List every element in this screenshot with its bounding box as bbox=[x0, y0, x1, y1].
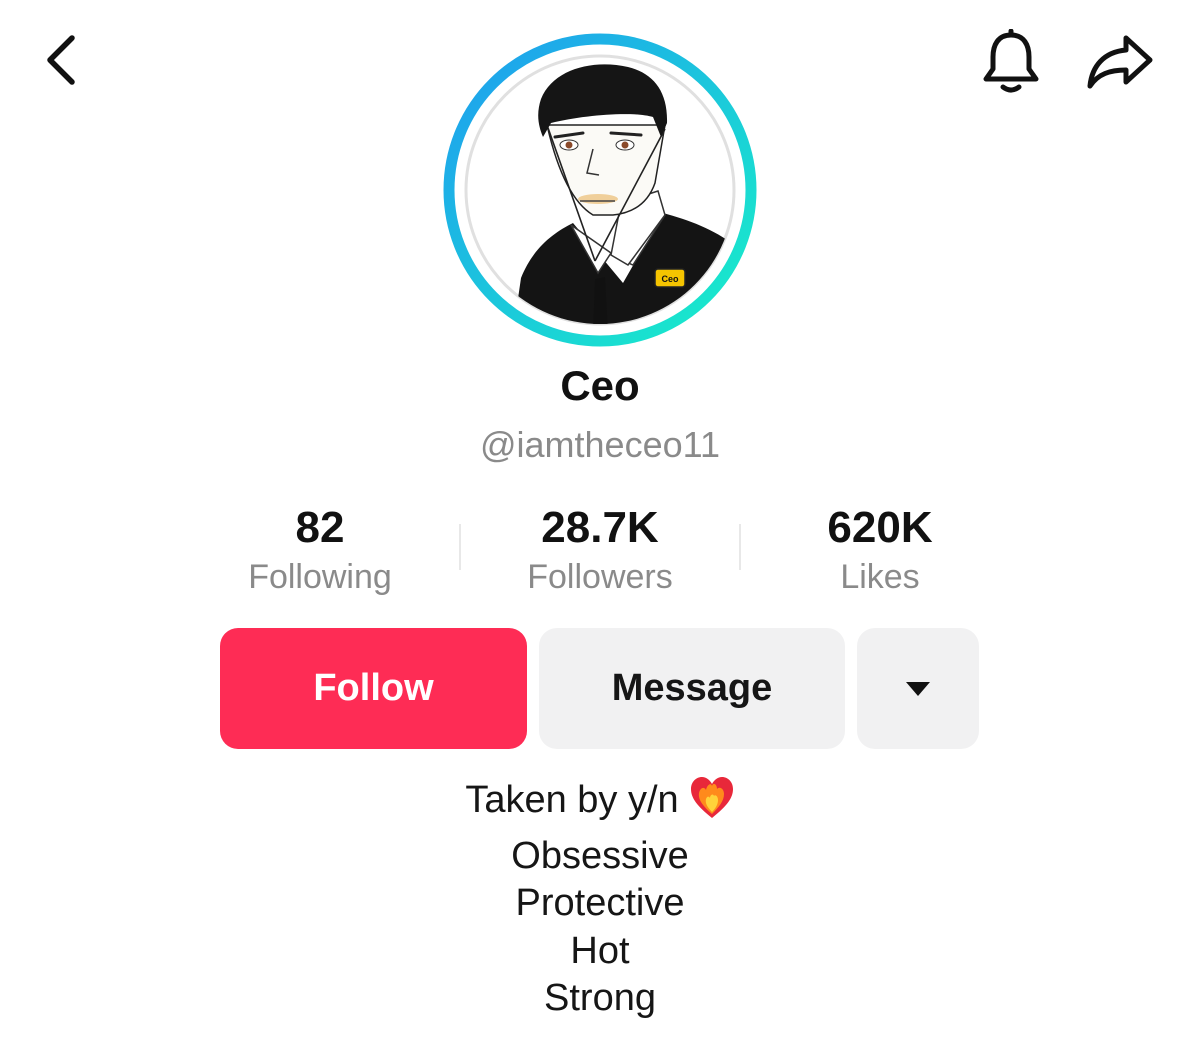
bio-line-4: Hot bbox=[570, 929, 630, 972]
notification-button[interactable] bbox=[975, 26, 1047, 98]
stat-label: Likes bbox=[840, 558, 920, 596]
dropdown-triangle-icon bbox=[906, 681, 930, 696]
stat-value: 28.7K bbox=[541, 503, 659, 552]
avatar-badge-text: Ceo bbox=[661, 274, 679, 284]
message-button[interactable]: Message bbox=[539, 628, 845, 749]
bio-line-2: Obsessive bbox=[511, 834, 689, 877]
profile-handle: @iamtheceo11 bbox=[479, 424, 720, 465]
stat-label: Following bbox=[248, 558, 392, 596]
share-button[interactable] bbox=[1082, 26, 1158, 98]
bio-line-5: Strong bbox=[544, 977, 656, 1019]
heart-on-fire-emoji bbox=[689, 774, 735, 833]
share-arrow-icon bbox=[1087, 35, 1153, 89]
profile-stats: 82 Following 28.7K Followers 620K Likes bbox=[180, 500, 1020, 610]
bio-line-text: Taken by y/n bbox=[465, 779, 679, 821]
more-options-button[interactable] bbox=[857, 628, 979, 749]
stat-followers[interactable]: 28.7K Followers bbox=[460, 500, 740, 598]
back-chevron-icon bbox=[47, 35, 75, 85]
follow-button[interactable]: Follow bbox=[220, 628, 527, 749]
profile-name: Ceo bbox=[560, 362, 640, 409]
bio-line-1: Taken by y/n bbox=[0, 774, 1200, 833]
avatar-image: Ceo bbox=[443, 33, 757, 347]
bell-icon bbox=[983, 29, 1039, 93]
profile-bio: Taken by y/n Obsessive Protective Hot St… bbox=[0, 774, 1200, 1023]
stat-value: 620K bbox=[827, 503, 933, 552]
stat-likes[interactable]: 620K Likes bbox=[740, 500, 1020, 598]
stat-label: Followers bbox=[527, 558, 673, 596]
stat-value: 82 bbox=[295, 503, 345, 552]
stat-following[interactable]: 82 Following bbox=[180, 500, 460, 598]
back-button[interactable] bbox=[30, 28, 94, 92]
avatar[interactable]: Ceo bbox=[443, 33, 757, 347]
bio-line-3: Protective bbox=[515, 882, 685, 924]
